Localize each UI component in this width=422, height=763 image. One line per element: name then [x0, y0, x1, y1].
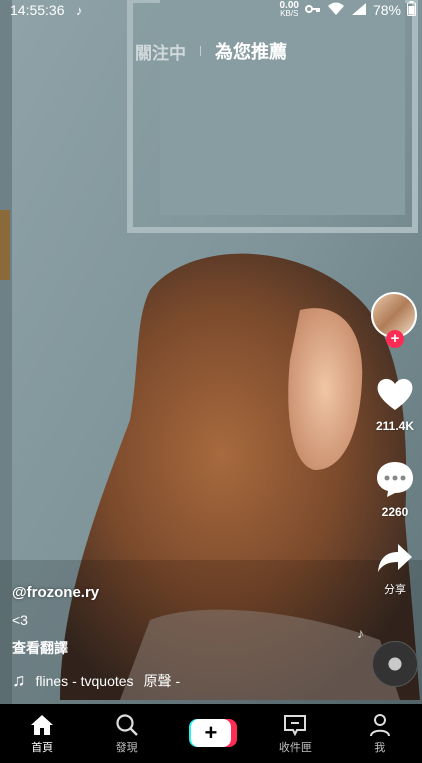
comment-button[interactable]: 2260 — [372, 460, 418, 519]
battery-icon — [407, 1, 416, 19]
feed-tabs: 關注中 為您推薦 — [0, 38, 422, 64]
status-bar: 14:55:36 ♪ 0.00 KB/S 78% — [0, 0, 422, 20]
music-title: flines - tvquotes — [35, 672, 134, 689]
share-label: 分享 — [384, 584, 406, 596]
wifi-icon — [327, 2, 345, 19]
nav-inbox-label: 收件匣 — [278, 741, 312, 754]
nav-home-label: 首頁 — [31, 741, 54, 754]
key-icon — [304, 3, 321, 18]
search-icon — [92, 713, 162, 737]
music-ticker[interactable]: ♫ flines - tvquotes 原聲 - — [12, 670, 180, 691]
music-note-icon: ♪ — [357, 625, 364, 641]
status-time: 14:55:36 — [10, 2, 65, 18]
nav-me-label: 我 — [374, 741, 386, 754]
inbox-icon — [260, 713, 330, 737]
nav-discover[interactable]: 發現 — [92, 713, 162, 755]
nav-inbox[interactable]: 收件匣 — [260, 713, 330, 755]
tab-for-you[interactable]: 為您推薦 — [215, 38, 287, 64]
nav-me[interactable]: 我 — [345, 713, 415, 755]
battery-percent: 78% — [372, 2, 401, 18]
tab-following[interactable]: 關注中 — [135, 39, 186, 64]
heart-icon — [375, 378, 415, 416]
share-button[interactable]: 分享 — [372, 542, 418, 597]
create-plus-icon: + — [176, 717, 246, 749]
home-icon — [7, 713, 77, 737]
nav-home[interactable]: 首頁 — [7, 713, 77, 755]
network-speed: 0.00 KB/S — [280, 1, 299, 18]
see-translation-button[interactable]: 查看翻譯 — [12, 638, 68, 658]
like-button[interactable]: 211.4K — [372, 376, 418, 433]
comment-icon — [375, 462, 415, 502]
music-note-icon: ♫ — [12, 670, 26, 690]
profile-icon — [345, 713, 415, 737]
video-description: <3 — [12, 612, 28, 628]
like-count: 211.4K — [375, 419, 415, 433]
nav-discover-label: 發現 — [115, 741, 138, 754]
share-arrow-icon — [376, 544, 414, 578]
original-sound-label: 原聲 - — [143, 672, 181, 689]
nav-create[interactable]: + — [176, 717, 246, 751]
tab-divider — [200, 46, 201, 56]
creator-avatar-group[interactable]: + — [371, 292, 419, 348]
comment-count: 2260 — [381, 505, 409, 519]
tiktok-notification-icon: ♪ — [76, 3, 83, 18]
status-right-group: 0.00 KB/S 78% — [280, 1, 416, 19]
follow-plus-icon[interactable]: + — [386, 330, 404, 348]
creator-username[interactable]: @frozone.ry — [12, 584, 99, 601]
sound-disc-icon[interactable] — [372, 641, 418, 687]
network-speed-unit: KB/S — [280, 9, 299, 18]
signal-icon — [351, 2, 367, 19]
bottom-nav: 首頁 發現 + 收件匣 我 — [0, 704, 422, 763]
